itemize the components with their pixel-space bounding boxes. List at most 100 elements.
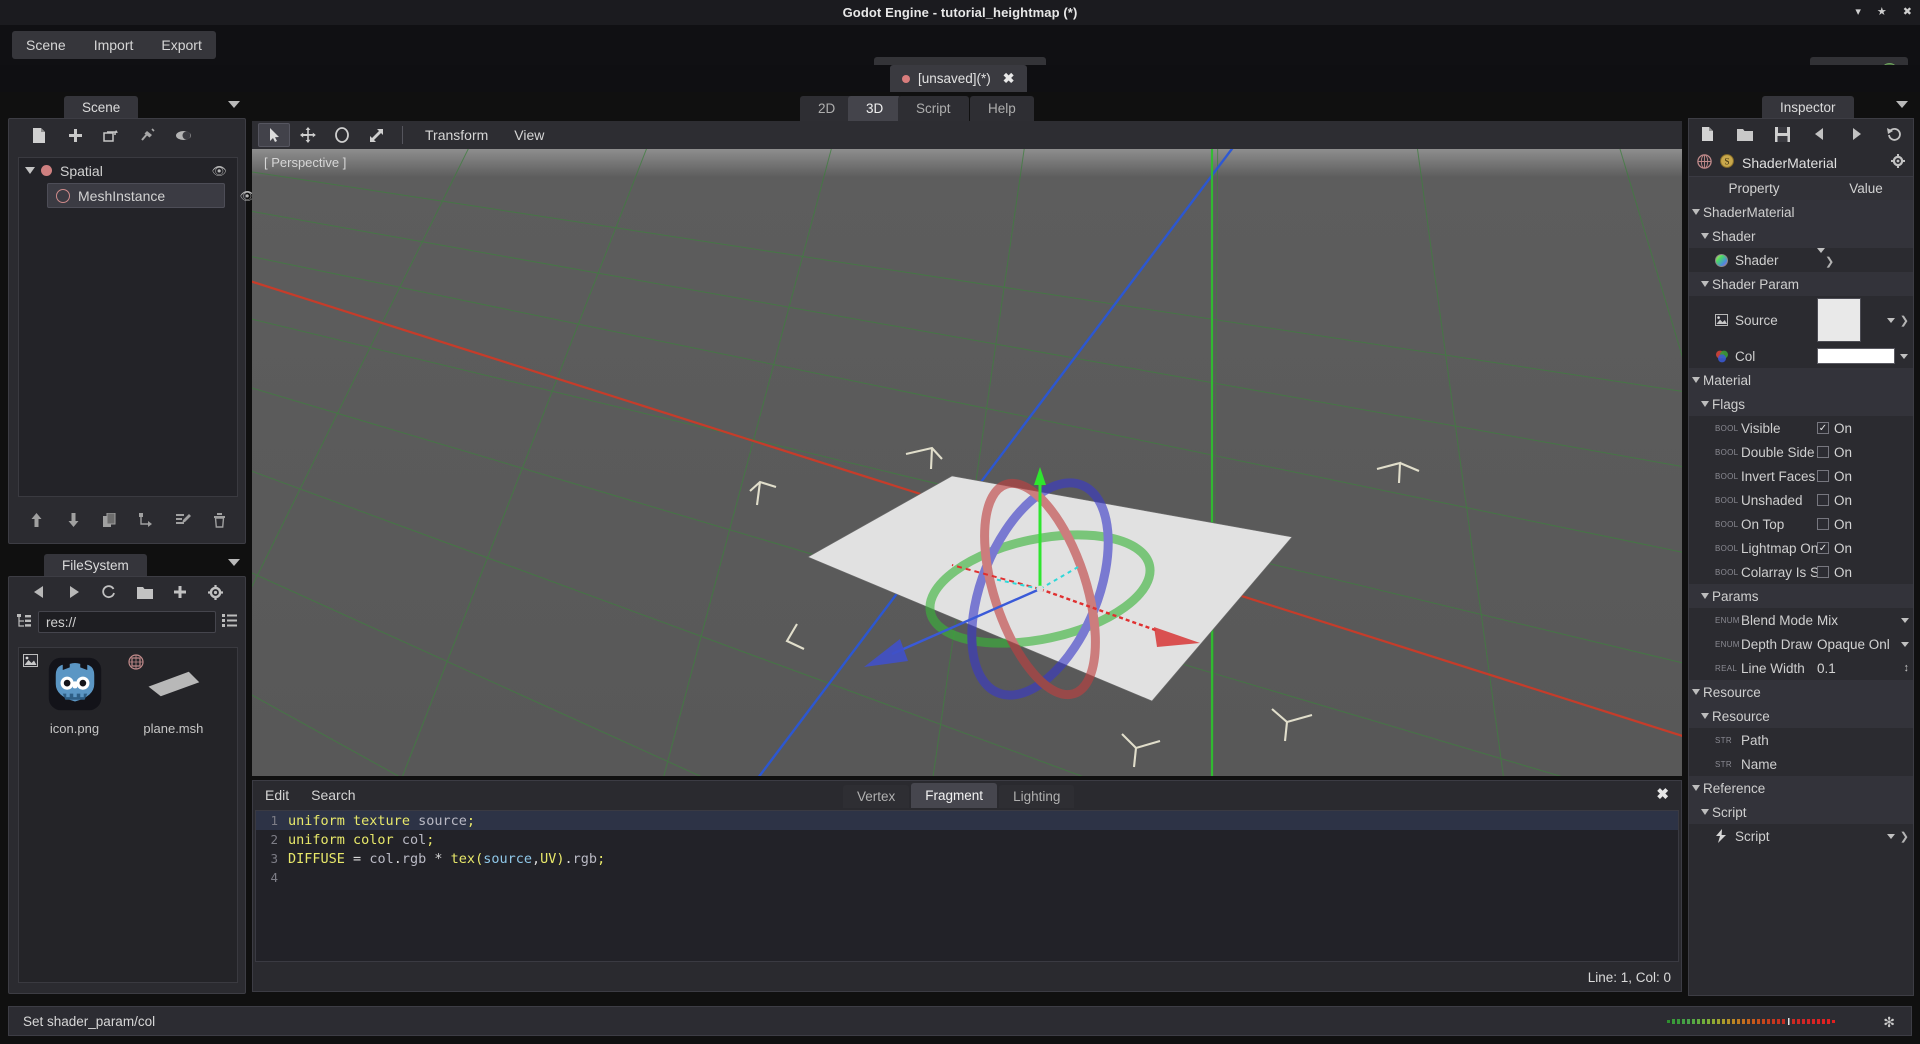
history-forward-icon[interactable] — [1838, 128, 1875, 140]
property-checkbox[interactable]: ✓ — [1817, 422, 1829, 434]
move-down-icon[interactable] — [55, 513, 92, 527]
duplicate-icon[interactable] — [91, 513, 128, 527]
inspector-property-lightmap-on[interactable]: BOOL Lightmap On ✓ On — [1689, 536, 1913, 560]
inspector-category-resource[interactable]: Resource — [1689, 704, 1913, 728]
chevron-down-icon[interactable] — [1886, 317, 1895, 323]
chevron-down-icon[interactable] — [1901, 617, 1909, 623]
history-back-icon[interactable] — [1801, 128, 1838, 140]
collapse-triangle-icon[interactable] — [1692, 209, 1700, 215]
inspector-property-script[interactable]: Script ❯ — [1689, 824, 1913, 848]
tab-lighting[interactable]: Lighting — [999, 785, 1075, 808]
new-resource-icon[interactable] — [1689, 126, 1726, 142]
collapse-triangle-icon[interactable] — [1692, 785, 1700, 791]
property-checkbox[interactable]: ✓ — [1817, 542, 1829, 554]
inspector-category-shader-param[interactable]: Shader Param — [1689, 272, 1913, 296]
tab-fragment[interactable]: Fragment — [911, 783, 998, 808]
menu-import[interactable]: Import — [80, 31, 148, 59]
scale-tool[interactable] — [360, 123, 392, 147]
inspector-property-line-width[interactable]: REAL Line Width 0.1 ↕ — [1689, 656, 1913, 680]
menu-scene[interactable]: Scene — [12, 31, 80, 59]
chevron-right-icon[interactable]: ❯ — [1825, 256, 1834, 268]
inspector-property-list[interactable]: ShaderMaterial Shader Shader ❯ Shader Param S… — [1689, 200, 1913, 848]
minimize-icon[interactable]: ▾ — [1855, 7, 1861, 18]
file-item-icon-png[interactable]: icon.png — [23, 654, 122, 736]
inspector-category-shadermaterial[interactable]: ShaderMaterial — [1689, 200, 1913, 224]
chevron-down-icon[interactable] — [1817, 247, 1825, 268]
refresh-icon[interactable] — [92, 585, 127, 599]
filesystem-path-input[interactable]: res:// — [38, 611, 216, 633]
gear-icon[interactable] — [198, 584, 233, 600]
maximize-icon[interactable]: ★ — [1877, 7, 1887, 18]
inspector-category-resource[interactable]: Resource — [1689, 680, 1913, 704]
collapse-triangle-icon[interactable] — [1692, 689, 1700, 695]
inspector-menu-icon[interactable] — [1896, 101, 1908, 108]
rotate-tool[interactable] — [326, 123, 358, 147]
filesystem-file-grid[interactable]: icon.png plane.msh — [18, 647, 238, 983]
inspector-property-depth-draw[interactable]: ENUM Depth Draw Opaque Onl — [1689, 632, 1913, 656]
inspector-property-path[interactable]: STR Path — [1689, 728, 1913, 752]
tree-row[interactable]: MeshInstance — [47, 183, 225, 208]
scene-tree[interactable]: Spatial 👁 MeshInstance 👁 — [18, 157, 255, 497]
code-line[interactable]: 2 uniform color col; — [256, 830, 1678, 849]
tab-vertex[interactable]: Vertex — [843, 785, 910, 808]
inspector-category-shader[interactable]: Shader — [1689, 224, 1913, 248]
file-item-plane-msh[interactable]: plane.msh — [126, 654, 221, 736]
shader-editor-close-icon[interactable]: ✖ — [1656, 785, 1669, 803]
tab-script[interactable]: Script — [898, 96, 969, 121]
inspector-property-unshaded[interactable]: BOOL Unshaded On — [1689, 488, 1913, 512]
node-group-icon[interactable] — [165, 122, 201, 148]
3d-viewport[interactable]: [ Perspective ] — [252, 149, 1682, 776]
menu-export[interactable]: Export — [147, 31, 215, 59]
folder-icon[interactable] — [127, 586, 162, 599]
shader-menu-edit[interactable]: Edit — [265, 787, 289, 803]
viewport-menu-view[interactable]: View — [502, 123, 556, 147]
color-swatch[interactable] — [1817, 348, 1895, 364]
filesystem-panel-menu-icon[interactable] — [228, 559, 240, 566]
inspector-property-shader[interactable]: Shader ❯ — [1689, 247, 1913, 272]
open-resource-icon[interactable] — [1726, 128, 1763, 141]
reparent-icon[interactable] — [128, 513, 165, 527]
tab-scene[interactable]: Scene — [64, 96, 139, 118]
collapse-triangle-icon[interactable] — [1701, 809, 1709, 815]
close-icon[interactable]: ✖ — [1903, 7, 1912, 18]
chevron-down-icon[interactable] — [1901, 641, 1909, 647]
code-line[interactable]: 1 uniform texture source; — [256, 811, 1678, 830]
scene-tab-close-icon[interactable]: ✖ — [1003, 70, 1015, 87]
property-checkbox[interactable] — [1817, 494, 1829, 506]
inspector-property-name[interactable]: STR Name — [1689, 752, 1913, 776]
chevron-down-icon[interactable] — [1886, 833, 1895, 839]
tab-filesystem[interactable]: FileSystem — [44, 554, 147, 576]
edit-script-icon[interactable] — [165, 513, 202, 527]
code-line[interactable]: 3 DIFFUSE = col.rgb * tex(source,UV).rgb… — [256, 849, 1678, 868]
scene-panel-menu-icon[interactable] — [228, 101, 240, 108]
scene-tab[interactable]: [unsaved](*) ✖ — [890, 65, 1027, 92]
collapse-triangle-icon[interactable] — [1701, 713, 1709, 719]
property-checkbox[interactable] — [1817, 566, 1829, 578]
select-tool[interactable] — [258, 123, 290, 147]
spinner-icon[interactable]: ↕ — [1904, 662, 1910, 674]
add-node-icon[interactable] — [57, 122, 93, 148]
delete-icon[interactable] — [201, 512, 238, 528]
inspector-property-invert-faces[interactable]: BOOL Invert Faces On — [1689, 464, 1913, 488]
new-node-icon[interactable] — [21, 122, 57, 148]
expand-triangle-icon[interactable] — [25, 167, 35, 174]
save-resource-icon[interactable] — [1764, 126, 1801, 142]
add-icon[interactable] — [162, 585, 197, 599]
history-icon[interactable] — [1876, 127, 1913, 141]
texture-thumbnail[interactable] — [1817, 298, 1861, 342]
collapse-triangle-icon[interactable] — [1701, 593, 1709, 599]
tab-inspector[interactable]: Inspector — [1762, 96, 1854, 118]
shader-menu-search[interactable]: Search — [311, 787, 355, 803]
inspector-category-material[interactable]: Material — [1689, 368, 1913, 392]
tab-3d[interactable]: 3D — [848, 96, 902, 121]
collapse-triangle-icon[interactable] — [1692, 377, 1700, 383]
inspector-property-colarray-is-s[interactable]: BOOL Colarray Is S On — [1689, 560, 1913, 584]
chevron-right-icon[interactable]: ❯ — [1900, 830, 1909, 843]
inspector-property-col[interactable]: Col — [1689, 344, 1913, 368]
move-up-icon[interactable] — [18, 513, 55, 527]
filesystem-list-view-icon[interactable] — [222, 614, 237, 630]
tree-row[interactable]: Spatial 👁 — [19, 158, 237, 183]
collapse-triangle-icon[interactable] — [1701, 233, 1709, 239]
forward-icon[interactable] — [56, 586, 91, 598]
back-icon[interactable] — [21, 586, 56, 598]
